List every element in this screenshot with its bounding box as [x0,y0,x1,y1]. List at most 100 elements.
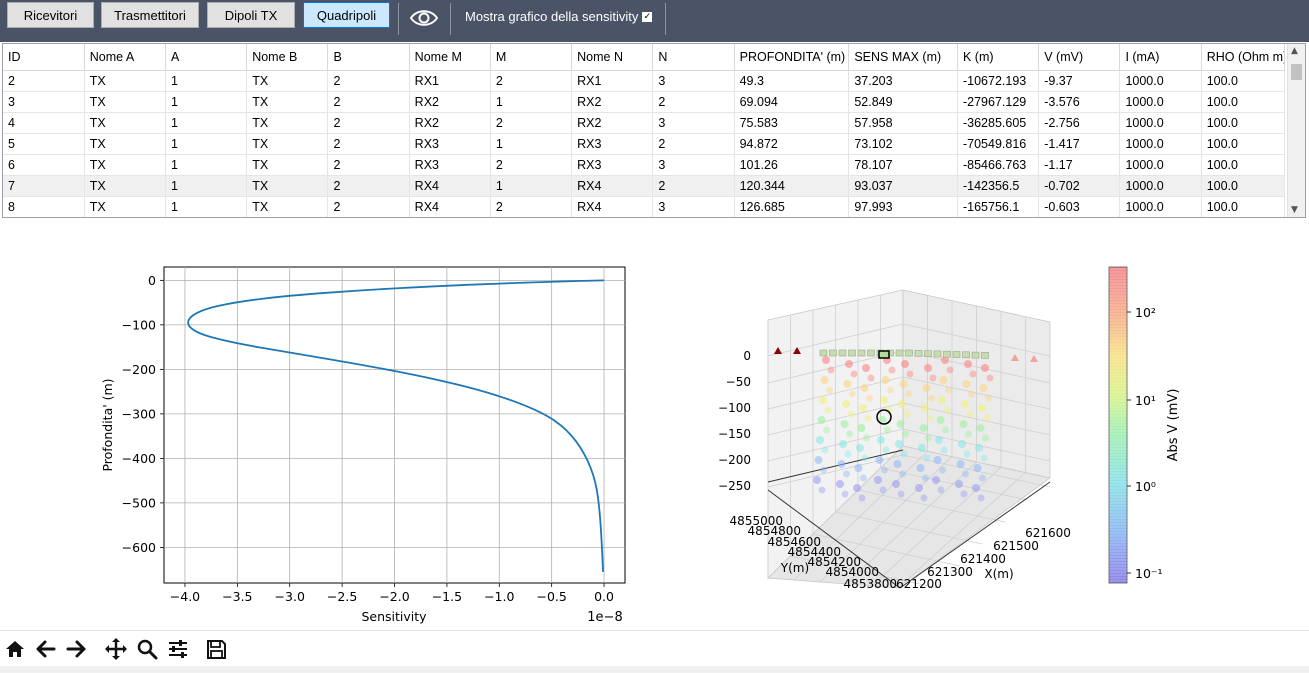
table-cell[interactable]: 100.0 [1201,91,1286,113]
table-cell[interactable]: 100.0 [1201,112,1286,134]
table-cell[interactable]: -0.603 [1038,196,1121,217]
table-cell[interactable]: 2 [490,196,573,217]
table-cell[interactable]: 3 [3,91,85,113]
table-cell[interactable]: 73.102 [848,133,958,155]
table-cell[interactable]: 2 [327,175,410,197]
table-cell[interactable]: 101.26 [734,154,850,176]
table-cell[interactable]: TX [84,196,166,217]
table-cell[interactable]: 3 [652,154,735,176]
table-cell[interactable]: RX3 [571,133,654,155]
table-cell[interactable]: 1 [165,154,248,176]
table-cell[interactable]: -3.576 [1038,91,1121,113]
column-header[interactable]: Nome A [84,44,166,71]
sensitivity-checkbox[interactable]: ✓ [642,11,653,22]
table-cell[interactable]: 1000.0 [1119,196,1202,217]
table-cell[interactable]: 2 [327,70,410,92]
table-row[interactable]: 4 TX 1 TX 2 RX2 2 RX2 3 75.583 57.958 -36285.605 -2.… [3,112,1286,134]
column-header[interactable]: B [327,44,410,71]
column-header[interactable]: K (m) [957,44,1040,71]
table-cell[interactable]: 2 [327,112,410,134]
table-cell[interactable]: RX3 [409,133,491,155]
table-row[interactable]: 5 TX 1 TX 2 RX3 1 RX3 2 94.872 73.102 -70549.816 -1.… [3,133,1286,155]
table-cell[interactable]: 2 [490,154,573,176]
table-row[interactable]: 2 TX 1 TX 2 RX1 2 RX1 3 49.3 37.203 -10672.193 -9.37… [3,70,1286,92]
table-cell[interactable]: -1.17 [1038,154,1121,176]
table-cell[interactable]: TX [246,70,329,92]
eye-icon[interactable] [408,6,440,30]
column-header[interactable]: A [165,44,248,71]
table-cell[interactable]: 4 [3,112,85,134]
scroll-up-icon[interactable]: ▲ [1291,46,1298,56]
table-cell[interactable]: 1000.0 [1119,175,1202,197]
table-cell[interactable]: RX2 [409,91,491,113]
scrollbar-thumb[interactable] [1291,64,1302,80]
table-cell[interactable]: 3 [652,196,735,217]
table-cell[interactable]: 2 [327,154,410,176]
table-row[interactable]: 7 TX 1 TX 2 RX4 1 RX4 2 120.344 93.037 -142356.5 -0.… [3,175,1286,197]
table-cell[interactable]: 69.094 [734,91,850,113]
table-cell[interactable]: 2 [327,133,410,155]
table-cell[interactable]: 3 [652,112,735,134]
home-icon[interactable] [2,637,28,661]
table-cell[interactable]: 37.203 [848,70,958,92]
table-cell[interactable]: 49.3 [734,70,850,92]
table-cell[interactable]: RX2 [571,91,654,113]
table-row[interactable]: 3 TX 1 TX 2 RX2 1 RX2 2 69.094 52.849 -27967.129 -3.… [3,91,1286,113]
table-cell[interactable]: 2 [490,70,573,92]
table-cell[interactable]: -27967.129 [957,91,1040,113]
table-cell[interactable]: 52.849 [848,91,958,113]
table-cell[interactable]: 1000.0 [1119,133,1202,155]
table-cell[interactable]: 5 [3,133,85,155]
table-cell[interactable]: 120.344 [734,175,850,197]
table-cell[interactable]: RX4 [409,196,491,217]
table-cell[interactable]: 3 [652,70,735,92]
quadripoli-button[interactable]: Quadripoli [303,2,390,28]
table-cell[interactable]: 2 [652,175,735,197]
table-cell[interactable]: RX1 [409,70,491,92]
table-cell[interactable]: TX [84,112,166,134]
table-cell[interactable]: 1 [165,91,248,113]
table-cell[interactable]: 100.0 [1201,175,1286,197]
table-cell[interactable]: TX [246,133,329,155]
table-cell[interactable]: TX [84,175,166,197]
column-header[interactable]: Nome B [246,44,329,71]
table-cell[interactable]: TX [246,154,329,176]
table-cell[interactable]: 2 [652,133,735,155]
table-cell[interactable]: RX1 [571,70,654,92]
table-cell[interactable]: RX2 [571,112,654,134]
table-cell[interactable]: 126.685 [734,196,850,217]
table-cell[interactable]: 100.0 [1201,133,1286,155]
table-cell[interactable]: 1000.0 [1119,154,1202,176]
table-cell[interactable]: 1 [165,133,248,155]
table-cell[interactable]: -1.417 [1038,133,1121,155]
table-cell[interactable]: 1 [165,196,248,217]
dipoli-tx-button[interactable]: Dipoli TX [207,2,295,28]
table-cell[interactable]: 2 [327,196,410,217]
table-scrollbar[interactable]: ▲ ▼ [1287,44,1305,217]
table-cell[interactable]: 2 [327,91,410,113]
table-cell[interactable]: 1000.0 [1119,91,1202,113]
table-cell[interactable]: 78.107 [848,154,958,176]
ricevitori-button[interactable]: Ricevitori [7,2,94,28]
table-cell[interactable]: -85466.763 [957,154,1040,176]
table-cell[interactable]: 1 [165,70,248,92]
column-header[interactable]: I (mA) [1119,44,1202,71]
table-cell[interactable]: RX2 [409,112,491,134]
table-cell[interactable]: 7 [3,175,85,197]
column-header[interactable]: Nome N [571,44,654,71]
column-header[interactable]: RHO (Ohm m) [1201,44,1286,71]
table-cell[interactable]: 8 [3,196,85,217]
table-cell[interactable]: 1000.0 [1119,112,1202,134]
table-cell[interactable]: 1 [165,175,248,197]
column-header[interactable]: PROFONDITA' (m) [734,44,850,71]
column-header[interactable]: Nome M [409,44,491,71]
zoom-icon[interactable] [134,637,160,661]
table-cell[interactable]: TX [246,91,329,113]
table-cell[interactable]: 6 [3,154,85,176]
table-cell[interactable]: 2 [3,70,85,92]
table-cell[interactable]: -10672.193 [957,70,1040,92]
table-cell[interactable]: TX [246,112,329,134]
column-header[interactable]: M [490,44,573,71]
table-cell[interactable]: TX [84,70,166,92]
back-icon[interactable] [33,637,59,661]
